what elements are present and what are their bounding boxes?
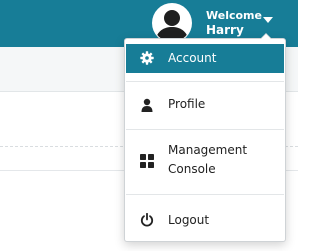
username-label: Harry xyxy=(206,23,244,37)
menu-item-account[interactable]: Account xyxy=(126,44,284,73)
gear-icon xyxy=(140,51,154,65)
menu-divider xyxy=(126,129,284,130)
caret-down-icon xyxy=(263,17,273,23)
menu-item-label: Logout xyxy=(168,213,210,227)
menu-item-management-console[interactable]: Management Console xyxy=(126,136,284,184)
user-menu-toggle[interactable]: Welcome Harry xyxy=(152,3,298,43)
menu-item-profile[interactable]: Profile xyxy=(126,89,284,121)
power-icon xyxy=(140,213,154,227)
welcome-label: Welcome xyxy=(206,9,262,22)
grid-icon xyxy=(140,154,154,168)
menu-item-label: Management Console xyxy=(168,143,248,176)
menu-divider xyxy=(126,194,284,195)
menu-item-label: Profile xyxy=(168,97,206,111)
person-icon xyxy=(141,98,153,112)
menu-divider xyxy=(126,81,284,82)
menu-item-label: Account xyxy=(168,51,217,65)
menu-item-logout[interactable]: Logout xyxy=(126,204,284,236)
user-avatar-icon xyxy=(152,3,192,43)
user-dropdown-menu: Account Profile Management Console Logou… xyxy=(124,33,286,242)
